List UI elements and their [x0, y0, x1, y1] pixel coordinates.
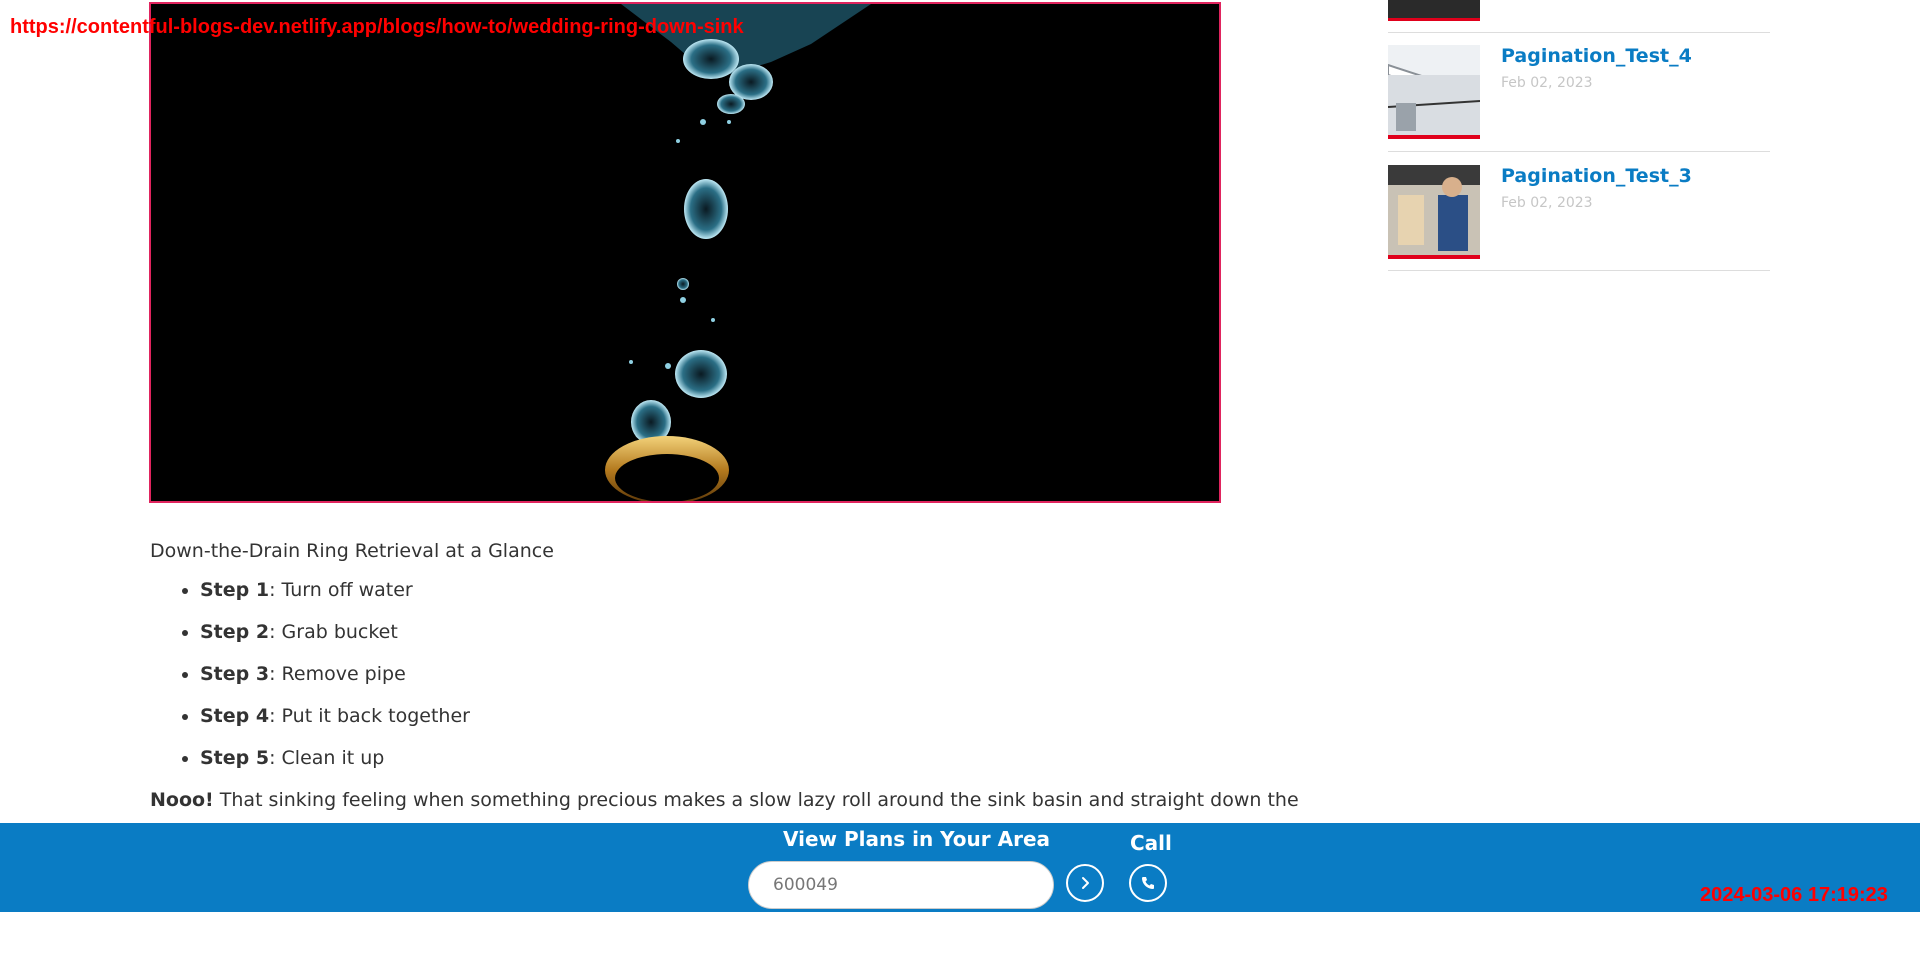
divider — [1388, 151, 1770, 152]
view-plans-bar: View Plans in Your Area Call — [0, 823, 1920, 912]
ring-in-water-illustration — [151, 4, 1219, 501]
intro-paragraph: Nooo! That sinking feeling when somethin… — [150, 788, 1299, 812]
overlay-timestamp: 2024-03-06 17:19:23 — [1700, 884, 1888, 906]
step-item: Step 1: Turn off water — [200, 578, 1230, 602]
related-post-item[interactable]: Pagination_Test_4 Feb 02, 2023 — [1388, 45, 1770, 141]
step-label: Step 2 — [200, 621, 270, 643]
step-item: Step 2: Grab bucket — [200, 620, 1230, 644]
house-roof-image — [1388, 45, 1480, 135]
step-item: Step 5: Clean it up — [200, 746, 1230, 770]
submit-zip-button[interactable] — [1066, 864, 1104, 902]
step-label: Step 1 — [200, 579, 270, 601]
step-item: Step 3: Remove pipe — [200, 662, 1230, 686]
technician-thumbnail[interactable] — [1388, 165, 1480, 259]
zip-code-input[interactable] — [748, 861, 1054, 909]
divider — [1388, 32, 1770, 33]
step-text: : Turn off water — [269, 579, 413, 601]
page: https://contentful-blogs-dev.netlify.app… — [0, 0, 1920, 963]
overlay-url: https://contentful-blogs-dev.netlify.app… — [10, 16, 744, 38]
partial-thumbnail[interactable] — [1388, 0, 1480, 21]
view-plans-title: View Plans in Your Area — [783, 827, 1051, 851]
step-item: Step 4: Put it back together — [200, 704, 1230, 728]
step-text: : Remove pipe — [269, 663, 406, 685]
call-button[interactable] — [1129, 864, 1167, 902]
related-post-title[interactable]: Pagination_Test_4 — [1501, 45, 1692, 67]
para-emphasis: Nooo! — [150, 789, 214, 811]
para-text: That sinking feeling when something prec… — [213, 789, 1299, 811]
chevron-right-icon — [1082, 877, 1089, 889]
hero-image — [149, 2, 1221, 503]
related-post-date: Feb 02, 2023 — [1501, 195, 1593, 211]
related-post-item[interactable]: Pagination_Test_3 Feb 02, 2023 — [1388, 165, 1770, 261]
step-label: Step 4 — [200, 705, 270, 727]
call-label: Call — [1130, 831, 1172, 855]
step-text: : Grab bucket — [269, 621, 398, 643]
technician-image — [1388, 165, 1480, 255]
related-post-date: Feb 02, 2023 — [1501, 75, 1593, 91]
step-text: : Put it back together — [269, 705, 470, 727]
step-label: Step 3 — [200, 663, 270, 685]
step-text: : Clean it up — [269, 747, 385, 769]
related-post-title[interactable]: Pagination_Test_3 — [1501, 165, 1692, 187]
steps-list: Step 1: Turn off water Step 2: Grab buck… — [150, 578, 1230, 770]
phone-icon — [1142, 877, 1154, 889]
article-subhead: Down-the-Drain Ring Retrieval at a Glanc… — [150, 540, 554, 562]
article-body: Down-the-Drain Ring Retrieval at a Glanc… — [150, 540, 1299, 812]
step-label: Step 5 — [200, 747, 270, 769]
house-roof-thumbnail[interactable] — [1388, 45, 1480, 139]
divider — [1388, 270, 1770, 271]
